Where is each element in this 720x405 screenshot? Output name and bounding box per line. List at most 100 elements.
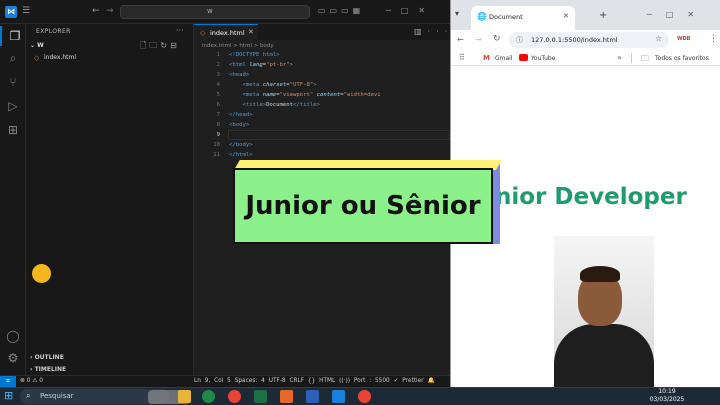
editor-actions-icons[interactable]: ▥··· bbox=[414, 27, 453, 36]
line-number: 2 bbox=[216, 62, 220, 68]
code-line[interactable]: <body> bbox=[229, 122, 249, 128]
code-token: </head> bbox=[229, 112, 253, 118]
word-icon[interactable] bbox=[306, 390, 319, 403]
edge-icon[interactable] bbox=[202, 390, 215, 403]
code-line[interactable]: <meta charset="UTF-8"> bbox=[229, 82, 316, 88]
bookmarks-bar: ⠿ M Gmail YouTube » 🗀 Todos os favoritos bbox=[451, 50, 720, 66]
outline-label: OUTLINE bbox=[34, 354, 64, 361]
code-token: name bbox=[262, 92, 277, 98]
search-icon[interactable]: ⌕ bbox=[0, 48, 26, 68]
tab-label: index.html bbox=[210, 29, 245, 37]
bookmark-gmail[interactable]: Gmail bbox=[495, 55, 513, 62]
code-token: </title> bbox=[293, 102, 320, 108]
outline-section[interactable]: › OUTLINE bbox=[30, 354, 64, 361]
file-item-index-html[interactable]: ◇ index.html bbox=[26, 52, 194, 64]
forward-arrow-icon[interactable]: → bbox=[106, 6, 114, 16]
timeline-label: TIMELINE bbox=[34, 366, 67, 373]
taskbar-clock[interactable]: 10:19 03/03/2025 bbox=[640, 388, 694, 404]
code-token: > bbox=[276, 52, 280, 58]
close-icon[interactable]: ✕ bbox=[248, 28, 254, 36]
line-number: 11 bbox=[213, 152, 220, 158]
vscode-title-bar: ⋈ ☰ ← → w ▭▭▭▦ ─□✕ bbox=[0, 0, 450, 24]
youtube-icon bbox=[519, 54, 528, 61]
code-line[interactable]: <meta name="viewport" content="width=dev… bbox=[229, 92, 380, 98]
layout-toggle-icons[interactable]: ▭▭▭▦ bbox=[318, 6, 364, 15]
code-line[interactable]: </body> bbox=[229, 142, 253, 148]
search-placeholder: Pesquisar bbox=[40, 392, 74, 400]
divider bbox=[631, 53, 632, 63]
forward-arrow-icon[interactable]: → bbox=[475, 35, 482, 44]
code-token: <meta bbox=[242, 82, 263, 88]
windows-taskbar: ⊞ ⌕ Pesquisar 10:19 03/03/2025 bbox=[0, 387, 720, 405]
vscode-taskbar-icon[interactable] bbox=[332, 390, 345, 403]
chrome-taskbar-icon[interactable] bbox=[358, 390, 371, 403]
line-number: 4 bbox=[216, 82, 220, 88]
code-line[interactable]: </html> bbox=[229, 152, 253, 158]
back-arrow-icon[interactable]: ← bbox=[92, 6, 100, 16]
run-debug-icon[interactable]: ▷ bbox=[0, 96, 26, 116]
back-arrow-icon[interactable]: ← bbox=[457, 35, 464, 44]
code-line[interactable]: <html lang="pt-br"> bbox=[229, 62, 293, 68]
code-token: Document bbox=[266, 102, 294, 108]
new-tab-button[interactable]: + bbox=[599, 10, 607, 21]
html-file-icon: ◇ bbox=[200, 29, 206, 37]
extensions-icon[interactable]: ⊞ bbox=[0, 120, 26, 140]
site-info-icon[interactable]: ⓘ bbox=[516, 35, 523, 45]
explorer-title: EXPLORER bbox=[36, 28, 71, 35]
all-bookmarks-link[interactable]: Todos os favoritos bbox=[655, 55, 709, 62]
gear-icon[interactable]: ⚙ bbox=[0, 348, 26, 368]
command-center-search[interactable]: w bbox=[120, 5, 310, 19]
search-icon: ⌕ bbox=[26, 391, 31, 400]
line-number: 3 bbox=[216, 72, 220, 78]
window-controls[interactable]: ─□✕ bbox=[647, 10, 708, 19]
file-explorer-icon[interactable] bbox=[178, 390, 191, 403]
more-actions-icon[interactable]: ··· bbox=[176, 26, 184, 35]
code-line[interactable]: <head> bbox=[229, 72, 249, 78]
close-icon[interactable]: ✕ bbox=[563, 12, 569, 20]
account-icon[interactable]: ◯ bbox=[0, 326, 26, 346]
chrome-icon[interactable] bbox=[228, 390, 241, 403]
window-controls[interactable]: ─□✕ bbox=[386, 6, 435, 15]
tab-index-html[interactable]: ◇ index.html ✕ bbox=[194, 24, 258, 40]
current-line-highlight bbox=[228, 130, 450, 140]
apps-grid-icon[interactable]: ⠿ bbox=[459, 53, 465, 62]
tab-title: Document bbox=[489, 13, 523, 21]
status-items[interactable]: Ln 9, Col 5 Spaces: 4 UTF-8 CRLF {} HTML… bbox=[194, 378, 435, 384]
url-text: 127.0.0.1:5500/index.html bbox=[531, 36, 618, 44]
windows-start-icon[interactable]: ⊞ bbox=[4, 390, 16, 402]
source-control-icon[interactable]: ⑂ bbox=[0, 72, 26, 92]
problems-count[interactable]: ⊗ 0 ⚠ 0 bbox=[20, 378, 43, 384]
code-line[interactable]: </head> bbox=[229, 112, 253, 118]
address-bar[interactable]: ⓘ 127.0.0.1:5500/index.html ☆ bbox=[509, 32, 669, 48]
code-token: charset bbox=[262, 82, 287, 88]
timeline-section[interactable]: › TIMELINE bbox=[30, 366, 66, 373]
app-icon[interactable] bbox=[280, 390, 293, 403]
excel-icon[interactable] bbox=[254, 390, 267, 403]
clock-date: 03/03/2025 bbox=[649, 396, 685, 403]
extension-badge[interactable]: WDB bbox=[677, 36, 690, 42]
taskbar-search[interactable]: ⌕ Pesquisar bbox=[20, 389, 190, 404]
reload-icon[interactable]: ↻ bbox=[493, 34, 501, 44]
browser-tab-document[interactable]: 🌐 Document ✕ bbox=[471, 6, 575, 30]
bookmark-youtube[interactable]: YouTube bbox=[531, 55, 555, 62]
breadcrumb[interactable]: index.html > html > body bbox=[202, 43, 274, 49]
code-token: <body> bbox=[229, 122, 250, 128]
chevron-more-icon[interactable]: » bbox=[617, 53, 622, 62]
code-line[interactable]: <title>Document</title> bbox=[229, 102, 320, 108]
file-name: index.html bbox=[44, 54, 76, 61]
code-token: </body> bbox=[229, 142, 253, 148]
tab-search-icon[interactable]: ▾ bbox=[455, 9, 465, 19]
bookmark-star-icon[interactable]: ☆ bbox=[655, 34, 662, 43]
explorer-icon[interactable]: ❐ bbox=[0, 26, 28, 46]
line-number: 1 bbox=[216, 52, 220, 58]
folder-root[interactable]: ⌄ W bbox=[30, 42, 44, 49]
hamburger-menu-icon[interactable]: ☰ bbox=[22, 6, 30, 16]
code-line[interactable]: <!DOCTYPE html> bbox=[229, 52, 280, 58]
kebab-menu-icon[interactable]: ⋮ bbox=[709, 34, 718, 44]
code-token: content bbox=[316, 92, 341, 98]
code-token: lang bbox=[249, 62, 263, 68]
line-number: 10 bbox=[213, 142, 220, 148]
